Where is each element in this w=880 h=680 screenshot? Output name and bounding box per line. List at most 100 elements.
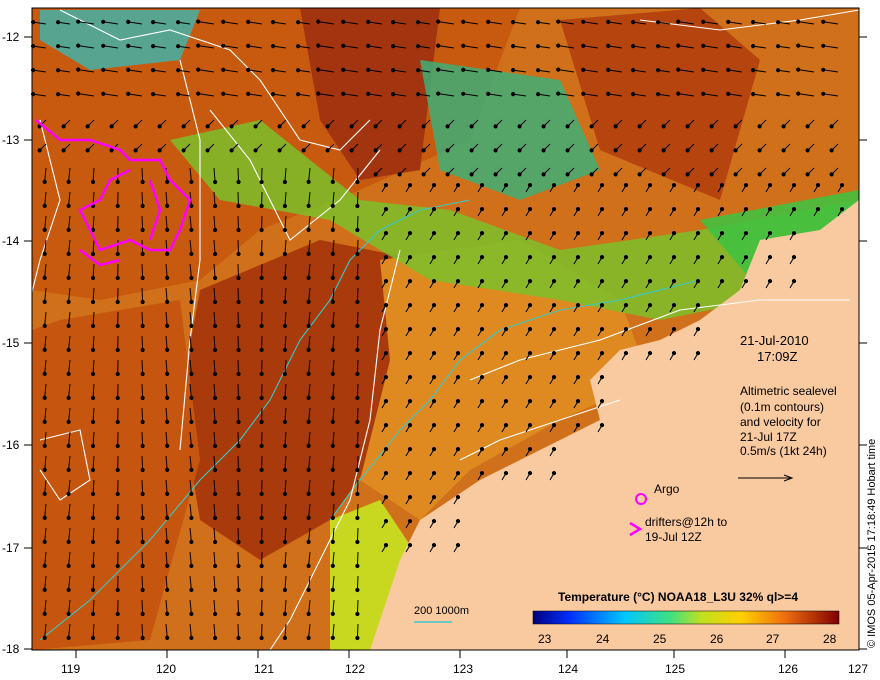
velocity-arrow-head [157, 148, 162, 153]
velocity-arrow-head [726, 19, 731, 24]
velocity-arrow [141, 623, 144, 639]
velocity-arrow-head [431, 375, 437, 380]
velocity-arrow-head [306, 491, 311, 496]
velocity-arrow-head [90, 419, 96, 425]
velocity-arrow-head [776, 20, 781, 25]
velocity-arrow-head [236, 203, 241, 209]
velocity-arrow-head [383, 375, 389, 380]
velocity-arrow-head [42, 347, 47, 352]
velocity-arrow-head [42, 419, 47, 424]
velocity-arrow-head [115, 491, 120, 497]
velocity-arrow-head [661, 124, 666, 129]
velocity-arrow-head [421, 172, 426, 177]
velocity-arrow [356, 215, 359, 231]
velocity-arrow-head [56, 20, 61, 25]
velocity-arrow-head [517, 124, 522, 129]
velocity-arrow-head [599, 423, 605, 428]
altimetry-note: (0.1m contours) [740, 400, 825, 414]
velocity-arrow-head [341, 19, 346, 24]
velocity-arrow-head [76, 67, 81, 72]
velocity-arrow-head [213, 467, 218, 473]
velocity-arrow-head [115, 347, 120, 353]
velocity-arrow-head [189, 635, 194, 641]
altimetry-note: 21-Jul 17Z [740, 430, 797, 444]
velocity-arrow-head [431, 351, 437, 356]
velocity-arrow-head [623, 303, 629, 308]
velocity-arrow-head [606, 19, 611, 24]
velocity-arrow-head [355, 227, 360, 233]
velocity-arrow-head [151, 20, 156, 25]
velocity-arrow-head [165, 371, 170, 376]
velocity-arrow-head [101, 91, 106, 96]
velocity-arrow-head [259, 563, 264, 569]
velocity-arrow-head [189, 275, 194, 280]
velocity-arrow-head [407, 231, 413, 236]
velocity-arrow-head [431, 447, 437, 452]
velocity-arrow [356, 407, 359, 423]
velocity-arrow-head [85, 148, 90, 153]
velocity-arrow-head [503, 327, 509, 332]
velocity-arrow-head [551, 375, 557, 380]
imos-credit: © IMOS 05-Apr-2015 17:18:49 Hobart time [866, 438, 878, 648]
velocity-arrow [356, 263, 359, 279]
velocity-arrow-head [316, 19, 321, 24]
velocity-arrow-head [726, 91, 731, 97]
altimetry-note: and velocity for [740, 415, 821, 429]
velocity-arrow-head [397, 172, 402, 177]
velocity-arrow-head [355, 275, 360, 281]
velocity-arrow-head [66, 443, 71, 448]
velocity-arrow-head [479, 447, 485, 452]
velocity-arrow-head [527, 207, 533, 212]
velocity-arrow-head [259, 371, 264, 377]
velocity-arrow-head [90, 395, 96, 401]
velocity-arrow [141, 359, 144, 375]
velocity-arrow-head [493, 172, 498, 177]
lon-label: 122 [345, 662, 366, 676]
velocity-arrow [237, 551, 239, 567]
velocity-arrow-head [140, 419, 145, 425]
velocity-arrow-head [791, 231, 797, 236]
velocity-arrow-head [151, 44, 156, 49]
velocity-arrow-head [751, 20, 756, 25]
velocity-arrow-head [189, 371, 194, 376]
velocity-arrow-head [325, 148, 330, 153]
velocity-arrow [237, 407, 239, 423]
velocity-arrow-head [181, 148, 186, 153]
velocity-arrow-head [189, 539, 194, 545]
velocity-arrow-head [661, 148, 666, 153]
velocity-arrow-head [551, 231, 557, 236]
velocity-arrow-head [66, 251, 71, 256]
velocity-arrow-head [189, 323, 194, 328]
velocity-arrow-head [701, 43, 706, 48]
velocity-arrow-head [541, 124, 546, 129]
velocity-arrow-head [165, 587, 170, 593]
velocity-arrow-head [781, 148, 786, 153]
velocity-arrow-head [140, 635, 145, 641]
velocity-arrow-head [42, 515, 47, 521]
velocity-arrow-head [397, 124, 402, 129]
velocity-arrow-head [355, 395, 360, 401]
velocity-arrow-head [42, 179, 47, 184]
velocity-arrow-head [115, 563, 120, 569]
velocity-arrow [237, 335, 239, 351]
velocity-arrow-head [76, 19, 81, 24]
velocity-arrow-head [776, 44, 781, 49]
velocity-arrow-head [42, 539, 47, 545]
velocity-arrow-head [676, 67, 681, 72]
velocity-arrow-head [671, 207, 677, 212]
velocity-arrow-head [796, 19, 801, 24]
velocity-arrow-head [551, 399, 557, 404]
velocity-arrow-head [213, 515, 218, 521]
velocity-arrow-head [282, 419, 287, 425]
velocity-arrow-head [575, 231, 581, 236]
velocity-arrow-head [140, 299, 145, 305]
velocity-arrow-head [479, 351, 485, 356]
velocity-arrow-head [282, 563, 287, 569]
velocity-arrow-head [115, 467, 120, 473]
velocity-arrow-head [355, 515, 360, 521]
velocity-arrow-head [829, 172, 834, 177]
velocity-arrow-head [306, 635, 311, 641]
velocity-arrow [237, 431, 239, 447]
velocity-arrow-head [407, 279, 413, 284]
velocity-arrow-head [719, 183, 725, 188]
